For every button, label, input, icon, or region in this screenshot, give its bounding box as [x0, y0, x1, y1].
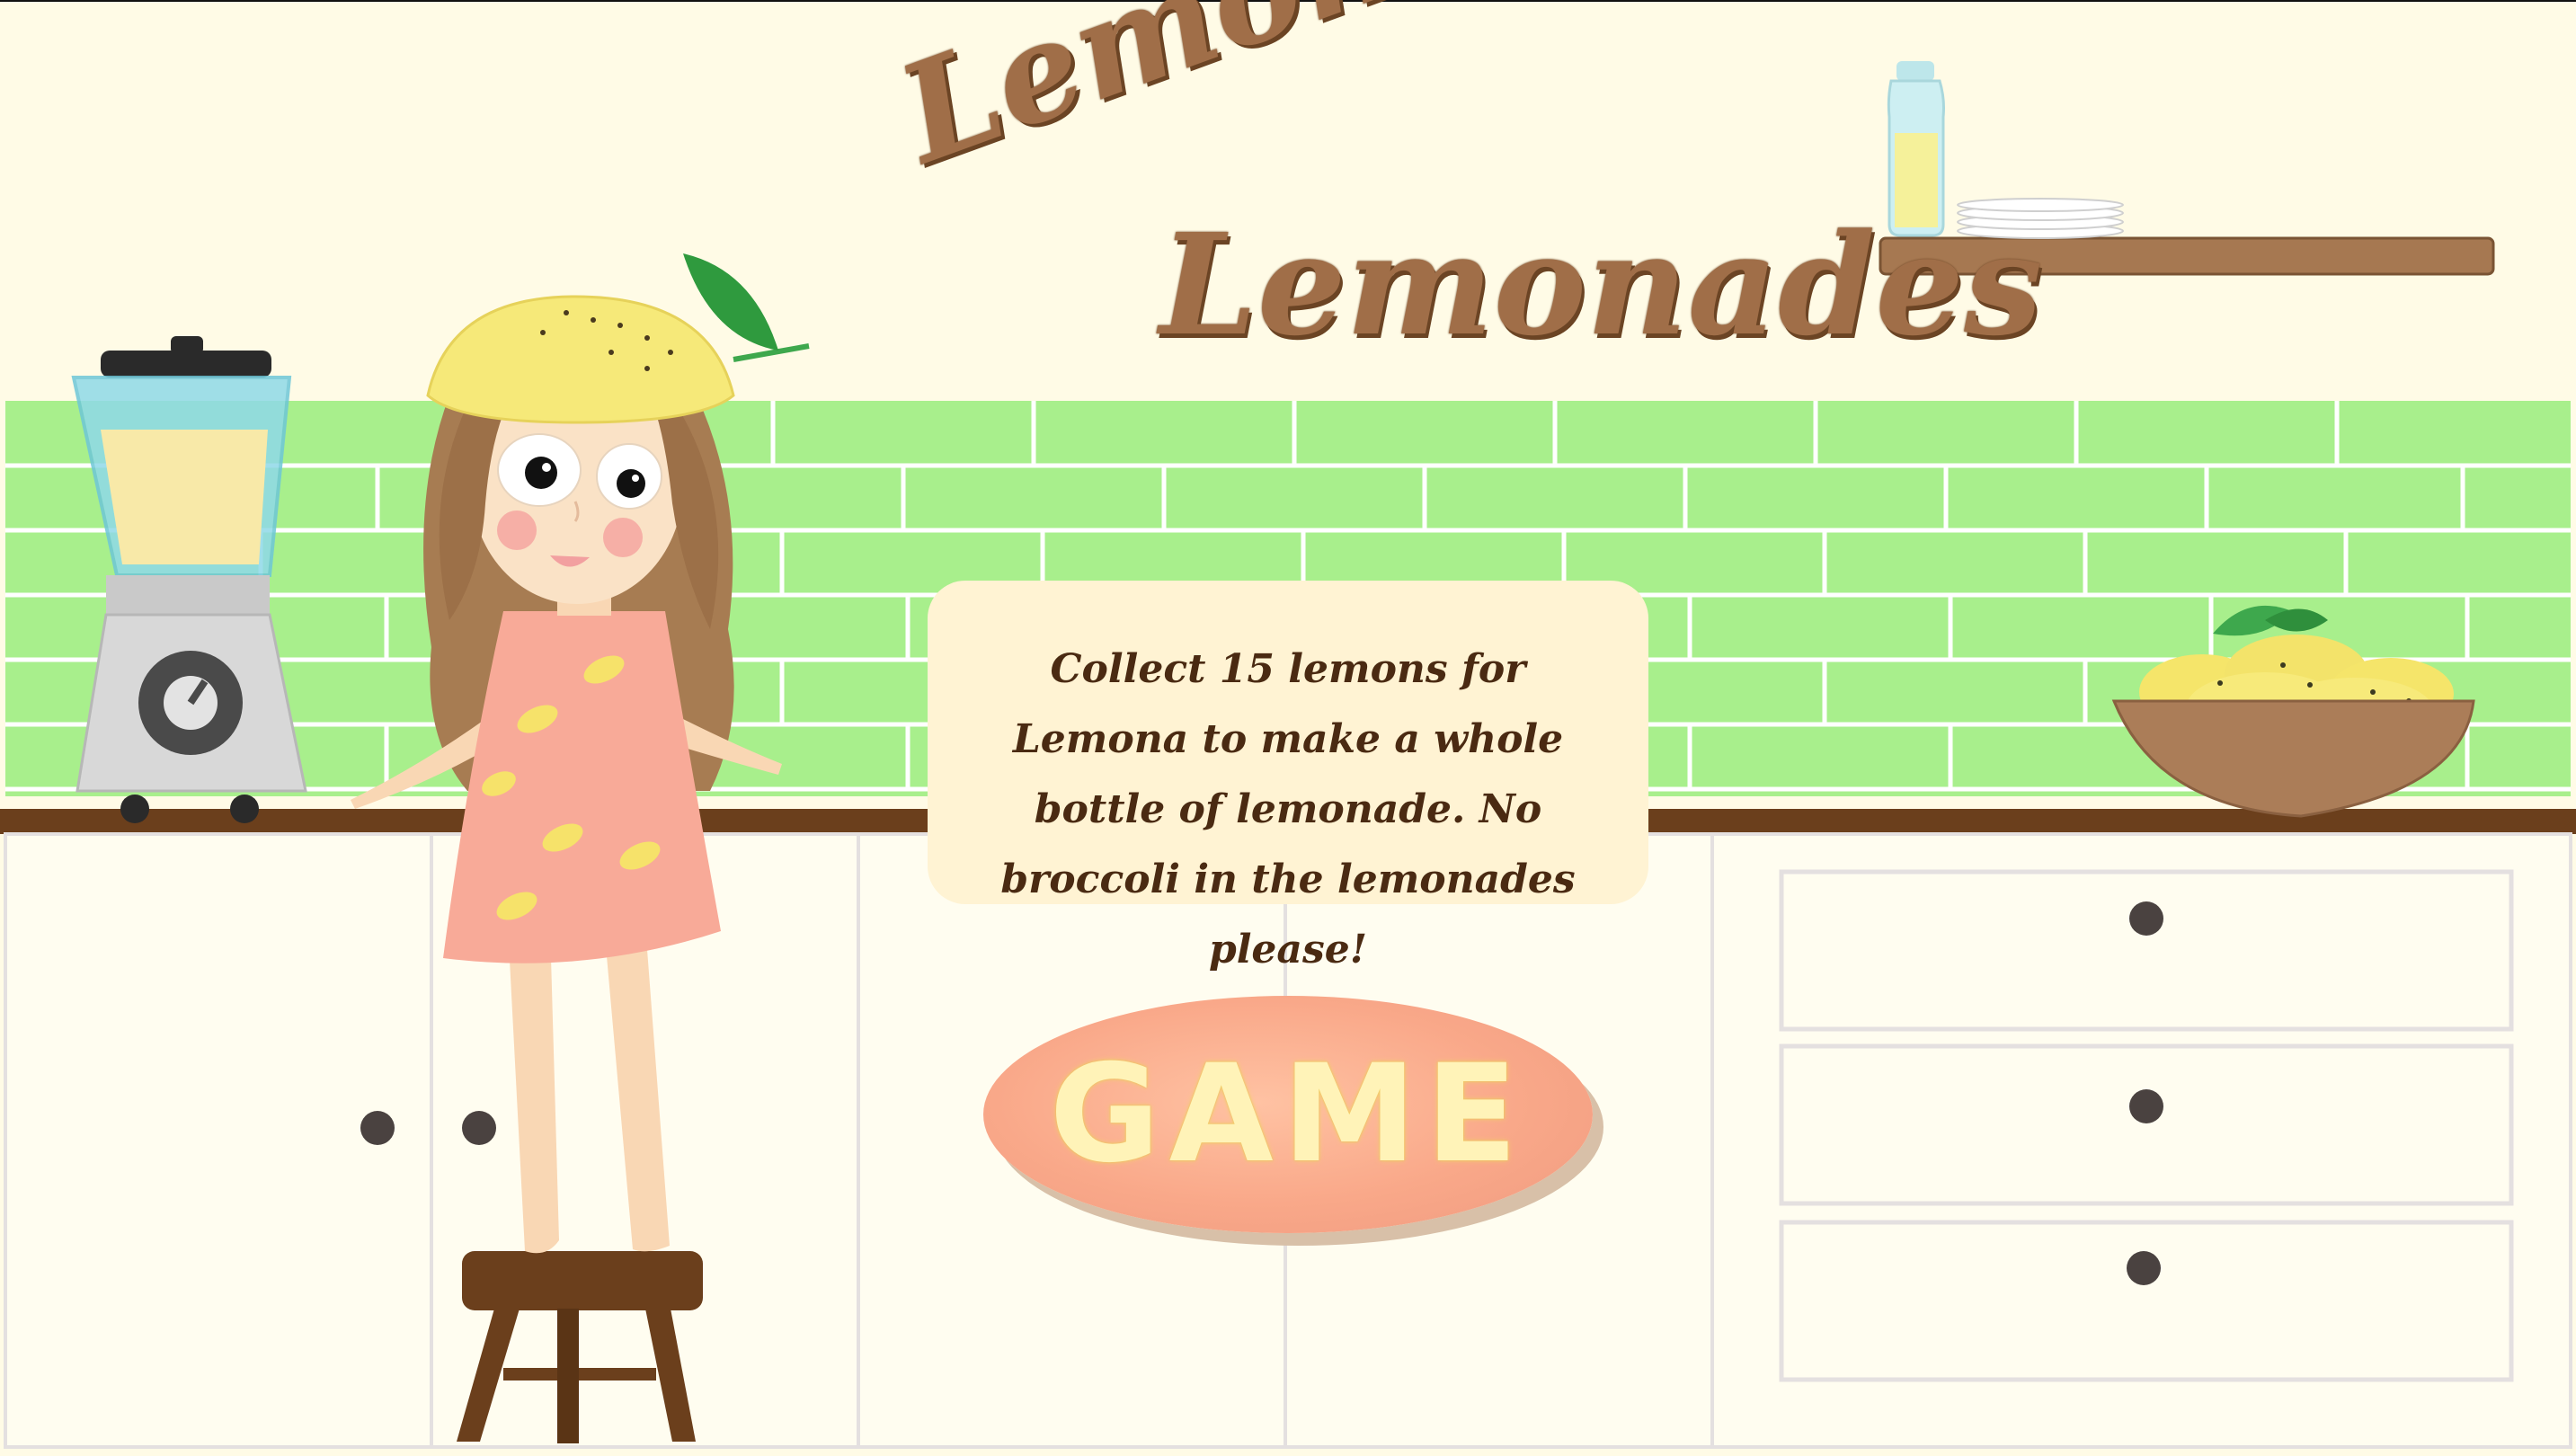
instruction-text: Collect 15 lemons for Lemona to make a w… — [1000, 646, 1576, 972]
cabinet-knob — [462, 1111, 496, 1145]
instruction-panel: Collect 15 lemons for Lemona to make a w… — [928, 581, 1648, 972]
game-button[interactable]: GAME — [983, 996, 1593, 1233]
drawer-knob — [2129, 901, 2163, 936]
drawer-knob — [2127, 1251, 2161, 1285]
cabinet-knob — [360, 1111, 395, 1145]
game-button-label: GAME — [1049, 1036, 1527, 1193]
game-scene: Lemonas Lemonades Collect 15 lemons for … — [0, 0, 2576, 1456]
title-line-2: Lemonades — [1159, 202, 2043, 367]
drawer-knob — [2129, 1089, 2163, 1123]
